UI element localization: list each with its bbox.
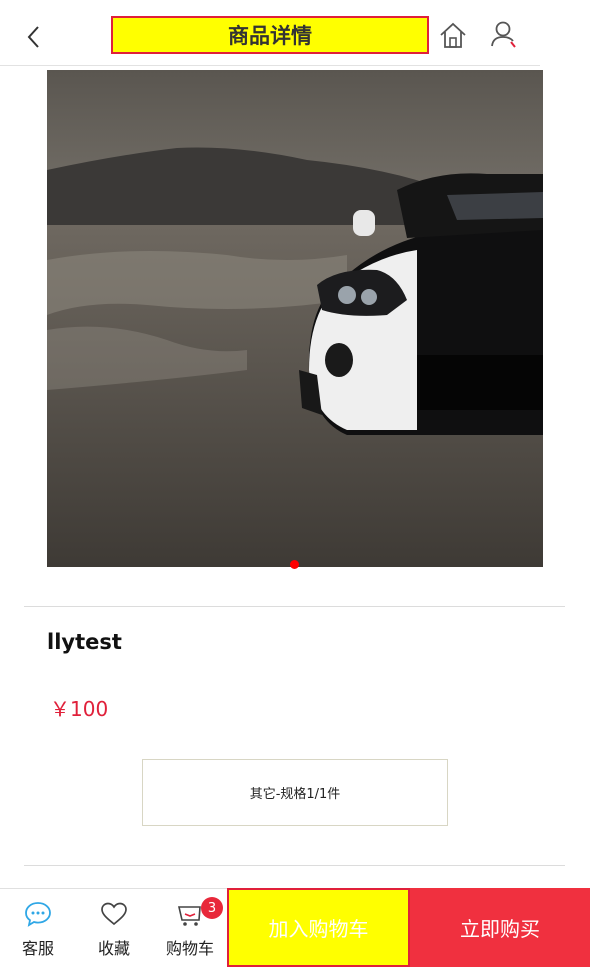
- favorite-button[interactable]: 收藏: [76, 888, 152, 967]
- customer-service-label: 客服: [21, 939, 54, 958]
- spec-divider: [24, 865, 565, 866]
- favorite-label: 收藏: [97, 939, 130, 958]
- back-button[interactable]: [20, 22, 48, 52]
- spec-selector[interactable]: 其它-规格1/1件: [142, 759, 448, 826]
- chevron-left-icon: [27, 26, 39, 48]
- add-to-cart-button[interactable]: 加入购物车: [227, 888, 410, 967]
- carousel-dot-active[interactable]: [290, 560, 299, 569]
- product-price: ￥100: [50, 697, 109, 721]
- product-image[interactable]: [47, 70, 543, 567]
- image-divider: [24, 606, 565, 607]
- cart-icon: [177, 906, 201, 926]
- customer-service-button[interactable]: 客服: [0, 888, 76, 967]
- buy-now-button[interactable]: 立即购买: [410, 888, 590, 967]
- cart-count-badge: 3: [201, 897, 223, 919]
- product-detail-page: 商品详情 llytest ￥100 其它-规格1/1件 客服 收藏 购物车 3 …: [0, 0, 590, 967]
- home-button[interactable]: [437, 20, 469, 50]
- home-icon: [440, 22, 466, 48]
- user-icon: [491, 21, 516, 48]
- header-divider: [0, 65, 540, 66]
- cart-label: 购物车: [165, 939, 214, 958]
- page-title: 商品详情: [111, 16, 429, 54]
- header: 商品详情: [0, 0, 590, 66]
- chat-bubble-icon: [25, 902, 51, 927]
- product-name: llytest: [47, 630, 122, 654]
- user-button[interactable]: [489, 19, 519, 51]
- heart-icon: [101, 902, 127, 926]
